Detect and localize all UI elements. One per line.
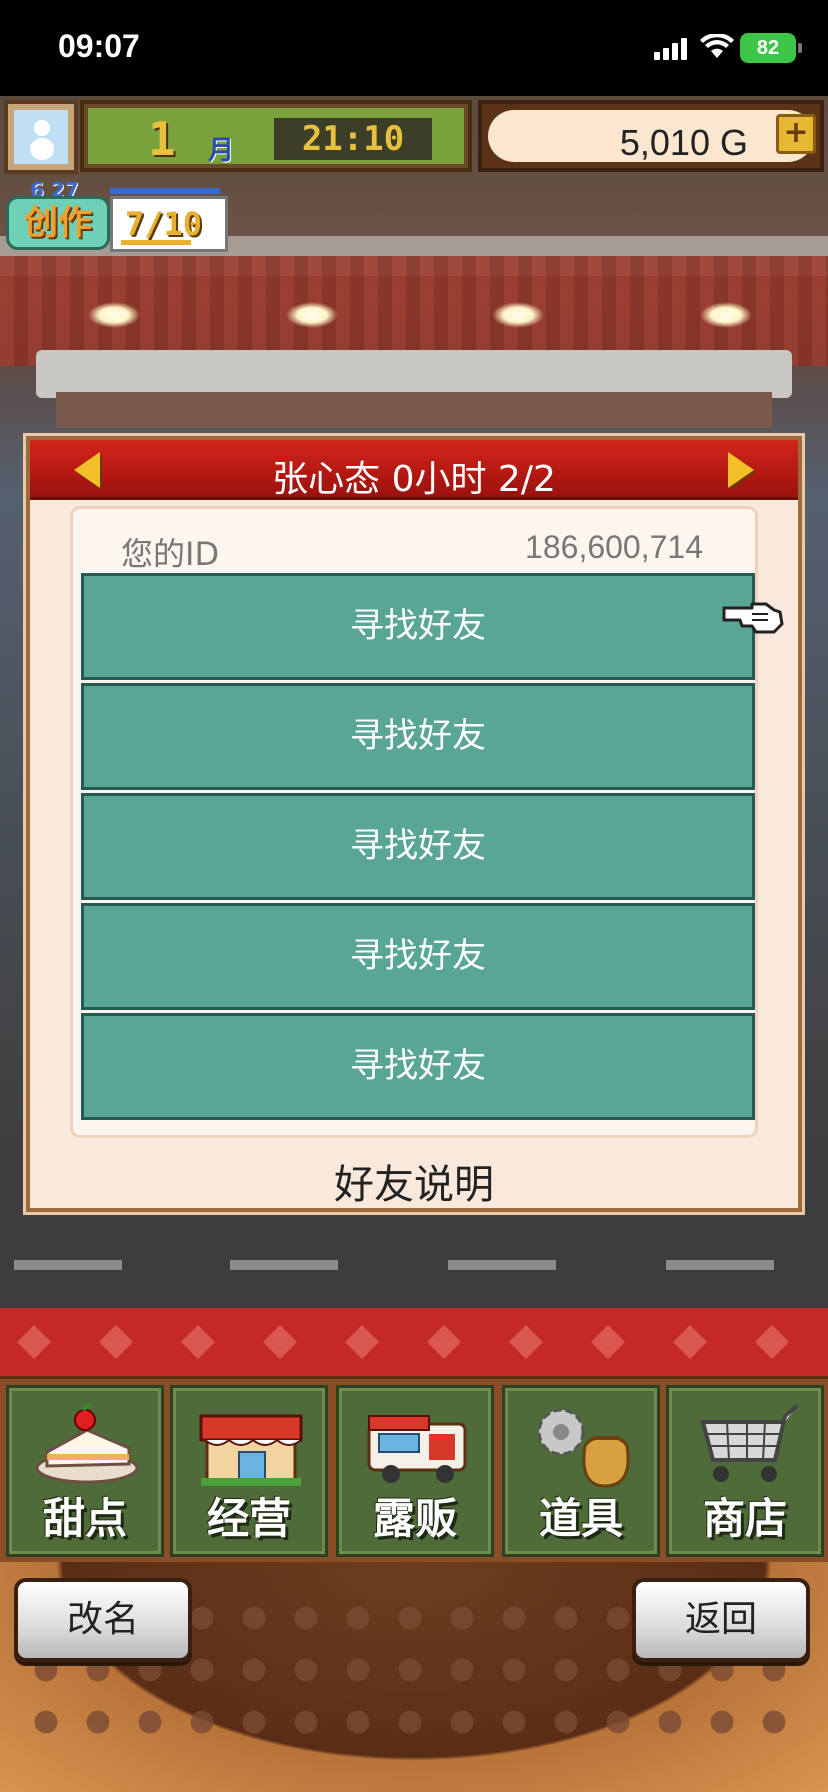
cellular-signal-icon <box>654 38 688 60</box>
create-counter[interactable]: 6 27 创作 7/10 <box>6 178 228 256</box>
road-marking <box>666 1260 774 1270</box>
status-bar: 09:07 82 <box>0 0 828 96</box>
create-count-box: 7/10 <box>110 196 228 252</box>
pointing-hand-icon <box>722 602 784 634</box>
back-button[interactable]: 返回 <box>632 1578 810 1662</box>
friend-slot-list: 寻找好友 寻找好友 寻找好友 寻找好友 寻找好友 <box>81 573 755 1123</box>
friends-dialog: 张心态 0小时 2/2 您的ID 186,600,714 寻找好友 寻找好友 寻… <box>26 436 802 1212</box>
storefront-window <box>56 392 772 428</box>
friends-panel: 您的ID 186,600,714 寻找好友 寻找好友 寻找好友 寻找好友 寻找好… <box>70 506 758 1138</box>
main-menu-bar: 甜点 经营 露贩 道具 商店 <box>0 1376 828 1562</box>
game-clock: 21:10 <box>274 118 432 160</box>
lamp-light <box>286 302 338 328</box>
find-friend-button[interactable]: 寻找好友 <box>81 903 755 1010</box>
menu-item-management[interactable]: 经营 <box>170 1385 328 1557</box>
menu-item-shop[interactable]: 商店 <box>666 1385 824 1557</box>
game-date-panel: 1 月 21:10 <box>80 100 472 172</box>
decorative-strip <box>0 1308 828 1378</box>
shopping-cart-icon <box>700 1404 799 1482</box>
menu-item-label: 商店 <box>702 1494 787 1543</box>
gear-bag-icon <box>537 1408 630 1488</box>
shop-building-icon <box>199 1414 303 1486</box>
dialog-title: 张心态 0小时 2/2 <box>272 459 556 500</box>
menu-item-label: 道具 <box>538 1494 623 1543</box>
friend-help-link[interactable]: 好友说明 <box>30 1152 798 1210</box>
menu-item-items[interactable]: 道具 <box>502 1385 660 1557</box>
player-id-label: 您的ID <box>121 535 220 573</box>
rename-button[interactable]: 改名 <box>14 1578 192 1662</box>
menu-item-label: 甜点 <box>42 1494 127 1543</box>
menu-item-food-stall[interactable]: 露贩 <box>336 1385 494 1557</box>
find-friend-button[interactable]: 寻找好友 <box>81 573 755 680</box>
wifi-icon <box>700 34 734 58</box>
road-marking <box>14 1260 122 1270</box>
create-badge: 创作 <box>6 196 110 250</box>
menu-item-dessert[interactable]: 甜点 <box>6 1385 164 1557</box>
player-id-value: 186,600,714 <box>525 529 703 565</box>
next-page-arrow-icon[interactable] <box>728 452 754 488</box>
find-friend-button[interactable]: 寻找好友 <box>81 1013 755 1120</box>
create-timer-bar <box>110 188 220 194</box>
lamp-light <box>700 302 752 328</box>
food-truck-icon <box>367 1415 467 1483</box>
month-number: 1 <box>148 112 176 166</box>
lamp-light <box>88 302 140 328</box>
dialog-title-bar: 张心态 0小时 2/2 <box>30 440 798 500</box>
road-marking <box>230 1260 338 1270</box>
create-progress-bar <box>121 240 191 245</box>
storefront-eave <box>36 350 792 398</box>
money-panel: 5,010 G + <box>478 100 824 172</box>
road-marking <box>448 1260 556 1270</box>
cake-icon <box>35 1402 139 1484</box>
player-id-row: 您的ID 186,600,714 <box>73 523 755 573</box>
find-friend-button[interactable]: 寻找好友 <box>81 683 755 790</box>
battery-indicator: 82 <box>740 33 802 63</box>
create-count: 7/10 <box>125 205 203 243</box>
find-friend-button[interactable]: 寻找好友 <box>81 793 755 900</box>
money-value: 5,010 G <box>619 122 748 163</box>
status-time: 09:07 <box>58 28 140 64</box>
month-label: 月 <box>208 136 235 166</box>
snowman-icon <box>14 110 68 164</box>
menu-item-label: 经营 <box>206 1494 291 1543</box>
menu-item-label: 露贩 <box>372 1494 457 1543</box>
player-avatar[interactable] <box>4 100 78 174</box>
add-money-button[interactable]: + <box>776 114 816 154</box>
lamp-light <box>492 302 544 328</box>
